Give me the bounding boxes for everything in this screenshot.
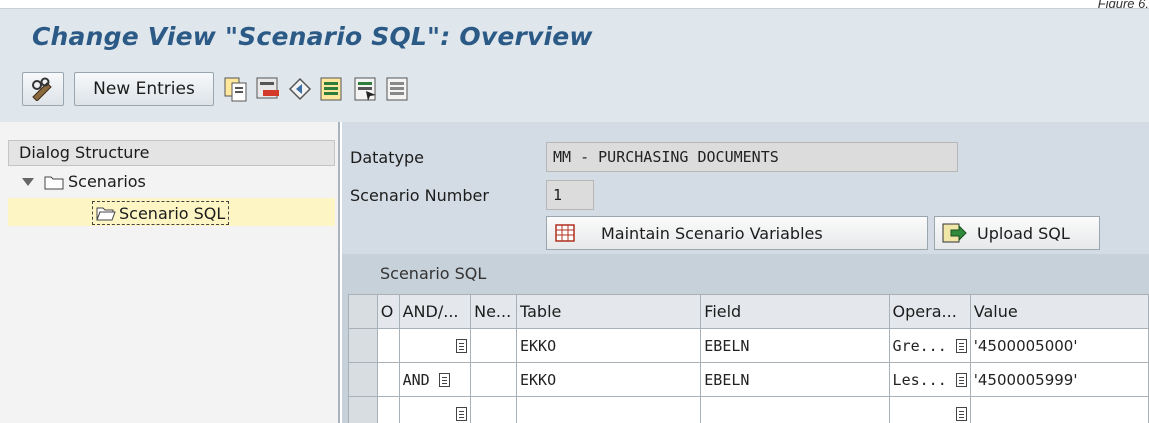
scenario-sql-table: O AND/... Ne... Table Field Opera... Val…: [348, 294, 1149, 423]
and-or-value: AND: [402, 370, 430, 389]
table-header-row: O AND/... Ne... Table Field Opera... Val…: [348, 294, 1149, 329]
select-all-icon[interactable]: [318, 75, 346, 103]
negation-cell[interactable]: [470, 362, 517, 397]
column-header[interactable]: Opera...: [888, 294, 971, 329]
scenario-number-field: 1: [546, 180, 594, 210]
value-help-icon[interactable]: [456, 339, 468, 353]
select-all-cell[interactable]: [348, 294, 378, 329]
tree-item-label: Scenario SQL: [119, 203, 226, 223]
field-cell[interactable]: [700, 396, 890, 423]
column-header[interactable]: Table: [515, 294, 702, 329]
undo-change-icon[interactable]: [286, 75, 314, 103]
open-bracket-cell[interactable]: [376, 362, 400, 397]
table-row: EKKO EBELN Gre... '4500005000': [348, 328, 1149, 363]
column-header[interactable]: Ne...: [470, 294, 517, 329]
dialog-structure-heading: Dialog Structure: [8, 140, 335, 166]
row-selector[interactable]: [348, 328, 378, 363]
table-title: Scenario SQL: [380, 264, 487, 283]
value-help-icon[interactable]: [438, 373, 450, 387]
table-grid-icon: [555, 224, 575, 242]
value-cell[interactable]: [969, 396, 1149, 423]
display-change-button[interactable]: [22, 72, 64, 106]
title-bar: Change View "Scenario SQL": Overview: [0, 8, 1149, 58]
upload-icon: [942, 223, 967, 243]
page-title: Change View "Scenario SQL": Overview: [32, 22, 593, 51]
field-cell[interactable]: EBELN: [700, 328, 890, 363]
open-bracket-cell[interactable]: [376, 328, 400, 363]
value-cell[interactable]: '4500005000': [969, 328, 1149, 363]
value-help-icon[interactable]: [955, 339, 967, 353]
upload-sql-button[interactable]: Upload SQL: [934, 216, 1100, 250]
and-or-cell[interactable]: [398, 396, 472, 423]
value-help-icon[interactable]: [955, 373, 967, 387]
table-cell[interactable]: [515, 396, 702, 423]
operator-value: Les...: [892, 370, 947, 389]
table-cell[interactable]: EKKO: [515, 328, 702, 363]
operator-cell[interactable]: Les...: [888, 362, 971, 397]
copy-as-icon[interactable]: [222, 75, 250, 103]
operator-cell[interactable]: [888, 396, 971, 423]
column-header[interactable]: Field: [700, 294, 890, 329]
operator-cell[interactable]: Gre...: [888, 328, 971, 363]
maintain-label: Maintain Scenario Variables: [601, 223, 823, 243]
select-block-icon[interactable]: [352, 75, 380, 103]
table-row: [348, 396, 1149, 423]
folder-icon: [44, 176, 64, 189]
datatype-label: Datatype: [350, 148, 424, 167]
value-help-icon[interactable]: [456, 407, 468, 421]
negation-cell[interactable]: [470, 328, 517, 363]
table-cell[interactable]: EKKO: [515, 362, 702, 397]
tree-item-scenario-sql[interactable]: Scenario SQL: [92, 201, 230, 225]
delete-icon[interactable]: [254, 75, 282, 103]
column-header[interactable]: Value: [969, 294, 1149, 329]
row-selector[interactable]: [348, 362, 378, 397]
and-or-cell[interactable]: [398, 328, 472, 363]
application-toolbar: New Entries: [0, 58, 1149, 122]
dialog-structure-panel: Dialog Structure Scenarios Scenario SQL: [0, 122, 340, 423]
tree-item-label: Scenarios: [68, 172, 146, 191]
pencil-glasses-icon: [32, 77, 52, 101]
table-row: AND EKKO EBELN Les... '4500005999': [348, 362, 1149, 397]
maintain-scenario-variables-button[interactable]: Maintain Scenario Variables: [546, 216, 928, 250]
value-help-icon[interactable]: [955, 407, 967, 421]
open-folder-icon: [96, 207, 116, 221]
upload-label: Upload SQL: [977, 223, 1070, 243]
open-bracket-cell[interactable]: [376, 396, 400, 423]
new-entries-button[interactable]: New Entries: [74, 72, 214, 106]
tree-item-scenarios[interactable]: Scenarios: [22, 172, 146, 191]
operator-value: Gre...: [892, 336, 947, 355]
negation-cell[interactable]: [470, 396, 517, 423]
scenario-number-label: Scenario Number: [350, 186, 489, 205]
collapse-triangle-icon[interactable]: [22, 177, 34, 186]
datatype-field: MM - PURCHASING DOCUMENTS: [546, 142, 958, 172]
and-or-cell[interactable]: AND: [398, 362, 472, 397]
column-header[interactable]: AND/...: [398, 294, 472, 329]
deselect-all-icon[interactable]: [384, 75, 412, 103]
field-cell[interactable]: EBELN: [700, 362, 890, 397]
column-header[interactable]: O: [376, 294, 400, 329]
row-selector[interactable]: [348, 396, 378, 423]
new-entries-label: New Entries: [93, 79, 195, 99]
scenario-sql-table-area: Scenario SQL O AND/... Ne... Table Field…: [342, 254, 1149, 423]
value-cell[interactable]: '4500005999': [969, 362, 1149, 397]
